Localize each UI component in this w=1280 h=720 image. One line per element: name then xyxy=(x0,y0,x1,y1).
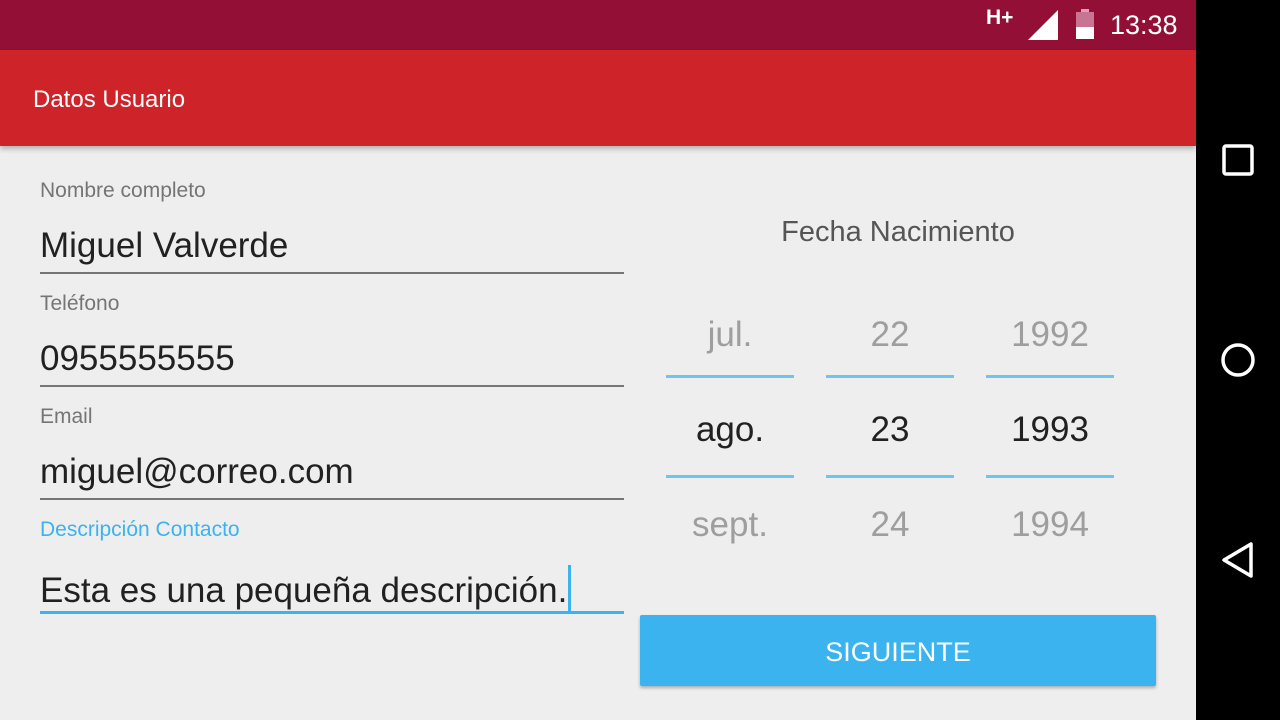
phone-field[interactable]: Teléfono 0955555555 xyxy=(40,291,624,391)
month-divider-bottom xyxy=(666,475,794,478)
day-divider-top xyxy=(826,375,954,378)
description-input[interactable]: Esta es una pequeña descripción. xyxy=(40,565,572,611)
signal-icon xyxy=(1028,10,1058,40)
email-underline xyxy=(40,498,624,500)
month-prev[interactable]: jul. xyxy=(666,315,794,355)
navigation-bar xyxy=(1196,0,1280,720)
phone-input[interactable]: 0955555555 xyxy=(40,339,235,379)
battery-icon xyxy=(1076,9,1094,39)
status-bar: H+ 13:38 xyxy=(0,0,1196,50)
full-name-input[interactable]: Miguel Valverde xyxy=(40,226,288,266)
year-prev[interactable]: 1992 xyxy=(986,315,1114,355)
year-selected[interactable]: 1993 xyxy=(986,410,1114,450)
app-bar: Datos Usuario xyxy=(0,50,1196,146)
phone-underline xyxy=(40,385,624,387)
network-type: H+ xyxy=(986,6,1014,29)
home-icon[interactable] xyxy=(1216,338,1260,382)
description-underline xyxy=(40,611,624,614)
year-divider-bottom xyxy=(986,475,1114,478)
year-divider-top xyxy=(986,375,1114,378)
email-field[interactable]: Email miguel@correo.com xyxy=(40,404,624,504)
email-input[interactable]: miguel@correo.com xyxy=(40,452,354,492)
description-label: Descripción Contacto xyxy=(40,518,240,541)
phone-label: Teléfono xyxy=(40,292,120,315)
description-text: Esta es una pequeña descripción. xyxy=(40,571,568,610)
day-next[interactable]: 24 xyxy=(826,505,954,545)
month-divider-top xyxy=(666,375,794,378)
day-picker[interactable]: 22 23 24 xyxy=(826,300,954,560)
description-field[interactable]: Descripción Contacto Esta es una pequeña… xyxy=(40,517,624,617)
year-picker[interactable]: 1992 1993 1994 xyxy=(986,300,1114,560)
day-selected[interactable]: 23 xyxy=(826,410,954,450)
birthdate-title: Fecha Nacimiento xyxy=(781,216,1015,248)
month-next[interactable]: sept. xyxy=(666,505,794,545)
full-name-label: Nombre completo xyxy=(40,179,206,202)
month-selected[interactable]: ago. xyxy=(666,410,794,450)
page-title: Datos Usuario xyxy=(33,86,186,113)
text-cursor xyxy=(568,565,572,611)
day-prev[interactable]: 22 xyxy=(826,315,954,355)
back-icon[interactable] xyxy=(1216,538,1260,582)
email-label: Email xyxy=(40,405,93,428)
month-picker[interactable]: jul. ago. sept. xyxy=(666,300,794,560)
day-divider-bottom xyxy=(826,475,954,478)
year-next[interactable]: 1994 xyxy=(986,505,1114,545)
full-name-field[interactable]: Nombre completo Miguel Valverde xyxy=(40,178,624,278)
clock: 13:38 xyxy=(1110,10,1178,40)
next-button[interactable]: SIGUIENTE xyxy=(640,615,1156,686)
recents-icon[interactable] xyxy=(1216,138,1260,182)
full-name-underline xyxy=(40,272,624,274)
